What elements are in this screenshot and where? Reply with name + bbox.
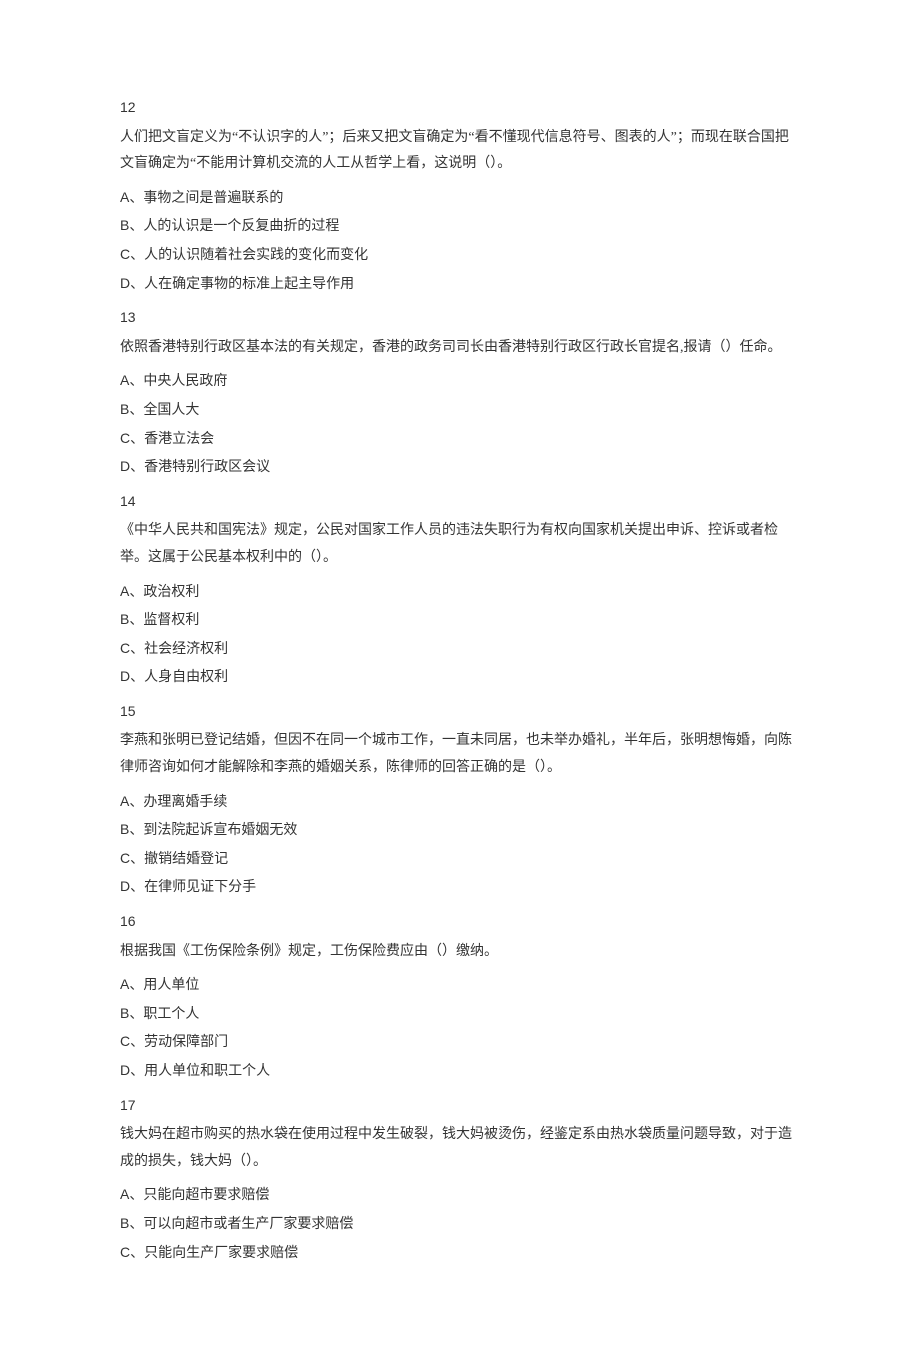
question-stem: 钱大妈在超市购买的热水袋在使用过程中发生破裂，钱大妈被烫伤，经鉴定系由热水袋质量… — [120, 1122, 800, 1175]
option: A、事物之间是普遍联系的 — [120, 184, 800, 213]
option: A、办理离婚手续 — [120, 788, 800, 817]
option-text: 可以向超市或者生产厂家要求赔偿 — [143, 1217, 353, 1232]
option-text: 用人单位 — [143, 978, 199, 993]
option: A、用人单位 — [120, 971, 800, 1000]
exam-page: 12 人们把文盲定义为“不认识字的人”；后来又把文盲确定为“看不懂现代信息符号、… — [0, 0, 920, 1359]
option-letter: D、 — [120, 458, 144, 474]
option: B、监督权利 — [120, 606, 800, 635]
option-letter: C、 — [120, 1244, 144, 1260]
question-options: A、中央人民政府 B、全国人大 C、香港立法会 D、香港特别行政区会议 — [120, 367, 800, 481]
option: D、香港特别行政区会议 — [120, 453, 800, 482]
option-letter: B、 — [120, 401, 143, 417]
question-stem: 根据我国《工伤保险条例》规定，工伤保险费应由（）缴纳。 — [120, 939, 800, 966]
option-letter: B、 — [120, 1005, 143, 1021]
option-letter: A、 — [120, 372, 143, 388]
option-letter: D、 — [120, 275, 144, 291]
option: B、全国人大 — [120, 396, 800, 425]
option-text: 全国人大 — [143, 403, 199, 418]
option-text: 香港立法会 — [144, 432, 214, 447]
option-text: 办理离婚手续 — [143, 795, 227, 810]
option-text: 劳动保障部门 — [144, 1035, 228, 1050]
option: A、只能向超市要求赔偿 — [120, 1181, 800, 1210]
option-text: 只能向超市要求赔偿 — [143, 1188, 269, 1203]
question-options: A、办理离婚手续 B、到法院起诉宣布婚姻无效 C、撤销结婚登记 D、在律师见证下… — [120, 788, 800, 902]
question-stem: 人们把文盲定义为“不认识字的人”；后来又把文盲确定为“看不懂现代信息符号、图表的… — [120, 125, 800, 178]
option-letter: C、 — [120, 430, 144, 446]
option: C、只能向生产厂家要求赔偿 — [120, 1239, 800, 1268]
option-letter: A、 — [120, 189, 143, 205]
option-letter: A、 — [120, 583, 143, 599]
question-number: 14 — [120, 488, 800, 515]
option: D、用人单位和职工个人 — [120, 1057, 800, 1086]
question-stem: 依照香港特别行政区基本法的有关规定，香港的政务司司长由香港特别行政区行政长官提名… — [120, 335, 800, 362]
option-letter: A、 — [120, 976, 143, 992]
option: C、人的认识随着社会实践的变化而变化 — [120, 241, 800, 270]
option-letter: C、 — [120, 246, 144, 262]
question-options: A、事物之间是普遍联系的 B、人的认识是一个反复曲折的过程 C、人的认识随着社会… — [120, 184, 800, 298]
question-options: A、用人单位 B、职工个人 C、劳动保障部门 D、用人单位和职工个人 — [120, 971, 800, 1085]
option-text: 人在确定事物的标准上起主导作用 — [144, 277, 354, 292]
option: C、撤销结婚登记 — [120, 845, 800, 874]
question-options: A、政治权利 B、监督权利 C、社会经济权利 D、人身自由权利 — [120, 578, 800, 692]
option-text: 中央人民政府 — [143, 374, 227, 389]
option-letter: B、 — [120, 611, 143, 627]
option: A、政治权利 — [120, 578, 800, 607]
option-letter: A、 — [120, 1186, 143, 1202]
option-letter: C、 — [120, 850, 144, 866]
option-text: 社会经济权利 — [144, 642, 228, 657]
option-text: 只能向生产厂家要求赔偿 — [144, 1246, 298, 1261]
option-letter: C、 — [120, 1033, 144, 1049]
option: A、中央人民政府 — [120, 367, 800, 396]
option: D、人在确定事物的标准上起主导作用 — [120, 270, 800, 299]
option: B、可以向超市或者生产厂家要求赔偿 — [120, 1210, 800, 1239]
option-text: 人身自由权利 — [144, 670, 228, 685]
option-letter: A、 — [120, 793, 143, 809]
option-text: 事物之间是普遍联系的 — [143, 191, 283, 206]
option-letter: D、 — [120, 878, 144, 894]
option-text: 用人单位和职工个人 — [144, 1064, 270, 1079]
question-number: 12 — [120, 94, 800, 121]
option: C、香港立法会 — [120, 425, 800, 454]
option: D、在律师见证下分手 — [120, 873, 800, 902]
option-text: 香港特别行政区会议 — [144, 460, 270, 475]
option-letter: C、 — [120, 640, 144, 656]
option-text: 到法院起诉宣布婚姻无效 — [143, 823, 297, 838]
question-stem: 《中华人民共和国宪法》规定，公民对国家工作人员的违法失职行为有权向国家机关提出申… — [120, 518, 800, 571]
question-stem: 李燕和张明已登记结婚，但因不在同一个城市工作，一直未同居，也未举办婚礼，半年后，… — [120, 728, 800, 781]
option-text: 职工个人 — [143, 1007, 199, 1022]
option: D、人身自由权利 — [120, 663, 800, 692]
option: B、人的认识是一个反复曲折的过程 — [120, 212, 800, 241]
option-letter: D、 — [120, 1062, 144, 1078]
option-text: 人的认识随着社会实践的变化而变化 — [144, 248, 368, 263]
question-number: 17 — [120, 1092, 800, 1119]
option-letter: B、 — [120, 1215, 143, 1231]
option-letter: B、 — [120, 821, 143, 837]
question-options: A、只能向超市要求赔偿 B、可以向超市或者生产厂家要求赔偿 C、只能向生产厂家要… — [120, 1181, 800, 1267]
option-text: 监督权利 — [143, 613, 199, 628]
option: B、到法院起诉宣布婚姻无效 — [120, 816, 800, 845]
option-letter: D、 — [120, 668, 144, 684]
option-text: 在律师见证下分手 — [144, 880, 256, 895]
option-letter: B、 — [120, 217, 143, 233]
option-text: 政治权利 — [143, 585, 199, 600]
question-number: 16 — [120, 908, 800, 935]
option-text: 人的认识是一个反复曲折的过程 — [143, 219, 339, 234]
option-text: 撤销结婚登记 — [144, 852, 228, 867]
question-number: 15 — [120, 698, 800, 725]
question-number: 13 — [120, 304, 800, 331]
option: C、劳动保障部门 — [120, 1028, 800, 1057]
option: C、社会经济权利 — [120, 635, 800, 664]
option: B、职工个人 — [120, 1000, 800, 1029]
